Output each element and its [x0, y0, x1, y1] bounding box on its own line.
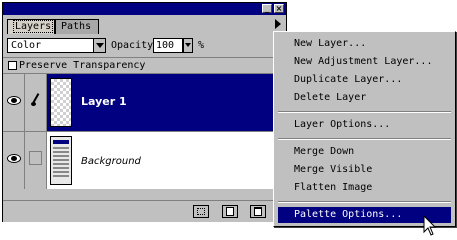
layer-thumbnail [50, 78, 72, 127]
tab-layers[interactable]: Layers [7, 19, 55, 34]
menu-item-duplicate-layer[interactable]: Duplicate Layer... [278, 72, 451, 88]
menu-item-flatten-image[interactable]: Flatten Image [278, 180, 451, 196]
palette-bottom-bar [3, 200, 286, 222]
layer-row-layer-1[interactable]: Layer 1 [3, 73, 286, 131]
layers-list: Layer 1 Background [3, 73, 286, 199]
mouse-cursor-icon [423, 215, 437, 236]
brush-icon [31, 93, 41, 107]
preserve-transparency-checkbox[interactable] [8, 61, 17, 70]
blend-mode-value: Color [11, 40, 42, 51]
layers-palette: _ × Layers Paths Color Opacity: 100 % Pr… [2, 2, 287, 222]
palette-popup-menu: New Layer... New Adjustment Layer... Dup… [273, 31, 456, 227]
opacity-dropdown-icon[interactable] [183, 38, 193, 53]
delete-layer-button[interactable] [250, 205, 266, 218]
tab-paths[interactable]: Paths [55, 19, 99, 34]
opacity-input[interactable]: 100 [153, 38, 183, 53]
palette-tabs: Layers Paths [3, 15, 286, 35]
new-layer-button[interactable] [222, 205, 238, 218]
mask-icon [197, 208, 205, 215]
edit-indicator[interactable] [25, 132, 47, 189]
add-mask-button[interactable] [193, 205, 209, 218]
tab-layers-label: Layers [13, 20, 54, 33]
menu-separator [278, 111, 451, 113]
palette-title-bar[interactable]: _ × [3, 3, 286, 15]
menu-item-merge-down[interactable]: Merge Down [278, 144, 451, 160]
layer-thumbnail [50, 136, 72, 185]
eye-icon [7, 154, 21, 163]
visibility-toggle[interactable] [3, 132, 25, 189]
menu-separator [278, 138, 451, 140]
menu-separator [278, 201, 451, 203]
trash-icon [254, 207, 262, 216]
menu-item-delete-layer[interactable]: Delete Layer [278, 90, 451, 106]
menu-item-new-layer[interactable]: New Layer... [278, 36, 451, 52]
chevron-down-icon[interactable] [93, 39, 105, 52]
layer-name: Background [81, 156, 141, 167]
link-box-icon [29, 151, 42, 165]
minimize-button[interactable]: _ [262, 4, 272, 13]
opacity-unit: % [198, 40, 205, 51]
layer-name: Layer 1 [81, 95, 127, 108]
new-layer-icon [226, 207, 234, 216]
opacity-value: 100 [156, 40, 175, 51]
edit-indicator[interactable] [25, 74, 47, 131]
visibility-toggle[interactable] [3, 74, 25, 131]
tab-paths-label: Paths [61, 21, 92, 32]
menu-item-layer-options[interactable]: Layer Options... [278, 117, 451, 133]
close-button[interactable]: × [274, 4, 284, 13]
menu-item-merge-visible[interactable]: Merge Visible [278, 162, 451, 178]
preserve-transparency-label: Preserve Transparency [19, 60, 146, 71]
layer-options-bar: Color Opacity: 100 % [3, 35, 286, 57]
menu-item-new-adjustment-layer[interactable]: New Adjustment Layer... [278, 54, 451, 70]
opacity-label: Opacity: [111, 40, 160, 51]
layer-row-background[interactable]: Background [3, 131, 286, 189]
palette-menu-arrow-icon[interactable] [275, 19, 281, 29]
eye-icon [7, 96, 21, 105]
preserve-transparency-row: Preserve Transparency [3, 57, 286, 74]
blend-mode-select[interactable]: Color [7, 38, 106, 53]
